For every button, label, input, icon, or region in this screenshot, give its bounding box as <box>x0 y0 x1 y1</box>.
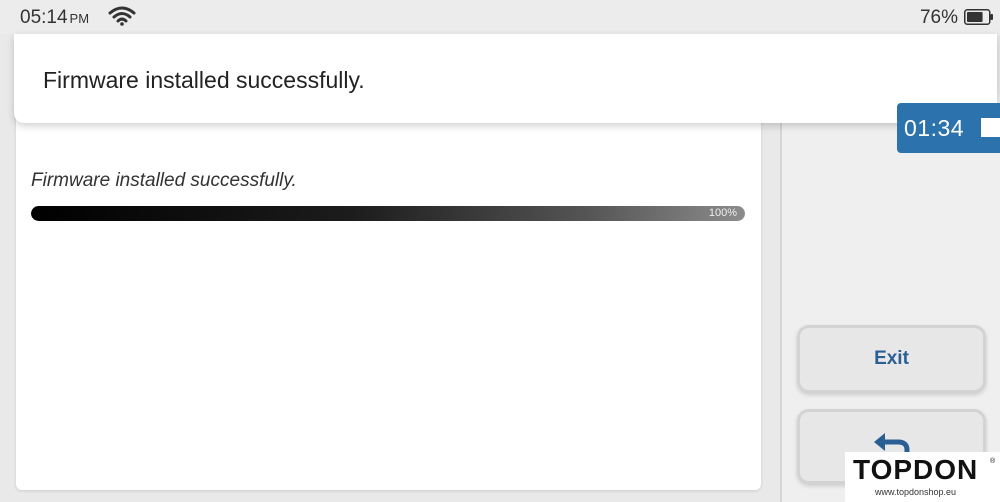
progress-bar: 100% <box>31 206 745 221</box>
toast-notification: Firmware installed successfully. <box>14 34 997 123</box>
status-message: Firmware installed successfully. <box>31 170 297 191</box>
clock-ampm: PM <box>69 11 90 26</box>
exit-button-label: Exit <box>874 348 909 369</box>
watermark: TOPDON ® www.topdonshop.eu <box>845 452 1000 502</box>
battery-percent: 76% <box>919 7 958 28</box>
progress-label: 100% <box>708 207 737 219</box>
toast-message: Firmware installed successfully. <box>43 67 365 93</box>
watermark-url: www.topdonshop.eu <box>875 487 957 497</box>
status-bar: 05:14 PM 76% <box>0 0 1000 34</box>
exit-button[interactable]: Exit <box>797 325 986 393</box>
progress-fill <box>31 206 745 221</box>
status-time: 05:14 PM <box>20 7 89 29</box>
battery-level-fill <box>967 12 983 22</box>
stop-icon[interactable] <box>981 118 1000 137</box>
battery-icon <box>964 9 993 25</box>
registered-mark: ® <box>990 458 996 465</box>
timer-badge[interactable]: 01:34 <box>897 103 1000 153</box>
brand-logo: TOPDON <box>853 454 979 485</box>
main-panel: Firmware installed successfully. 100% <box>16 95 761 490</box>
wifi-icon <box>108 6 136 26</box>
clock-time: 05:14 <box>20 7 68 28</box>
timer-text: 01:34 <box>904 115 965 141</box>
